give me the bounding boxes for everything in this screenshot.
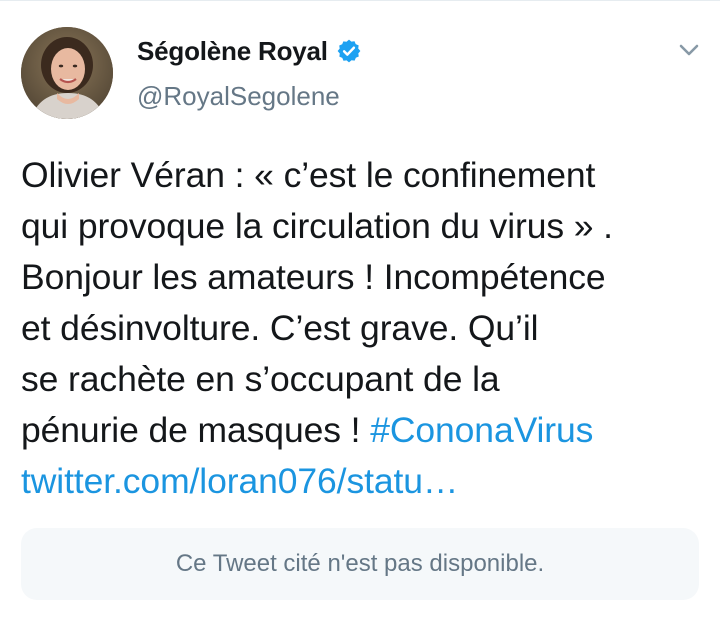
display-name[interactable]: Ségolène Royal — [137, 36, 328, 67]
tweet-line: qui provoque la circulation du virus » . — [21, 206, 613, 246]
avatar[interactable] — [21, 27, 113, 119]
tweet-line: pénurie de masques ! — [21, 410, 371, 450]
quoted-tweet-unavailable-text: Ce Tweet cité n'est pas disponible. — [175, 550, 545, 577]
verified-badge-icon — [336, 38, 362, 64]
hashtag-link[interactable]: #CononaVirus — [370, 410, 593, 450]
tweet-line: Olivier Véran : « c’est le confinement — [21, 155, 596, 195]
tweet-line-url: twitter.com/loran076/statu… — [21, 456, 711, 507]
tweet-line: et désinvolture. C’est grave. Qu’il — [21, 308, 539, 348]
chevron-down-icon[interactable] — [676, 40, 702, 60]
tweet-card: Ségolène Royal @RoyalSegolene Olivier Vé… — [0, 0, 720, 618]
tweet-line-with-hashtag: pénurie de masques ! #CononaVirus — [21, 405, 711, 456]
tweet-line: se rachète en s’occupant de la — [21, 359, 500, 399]
tweet-body: Olivier Véran : « c’est le confinement q… — [21, 150, 711, 507]
tweet-line: Bonjour les amateurs ! Incompétence — [21, 257, 606, 297]
name-row: Ségolène Royal — [137, 33, 362, 69]
tweet-header: Ségolène Royal @RoyalSegolene — [137, 33, 362, 112]
avatar-image — [21, 27, 113, 119]
url-link[interactable]: twitter.com/loran076/statu… — [21, 461, 458, 501]
quoted-tweet-card[interactable]: Ce Tweet cité n'est pas disponible. — [21, 528, 699, 600]
user-handle[interactable]: @RoyalSegolene — [137, 81, 362, 112]
